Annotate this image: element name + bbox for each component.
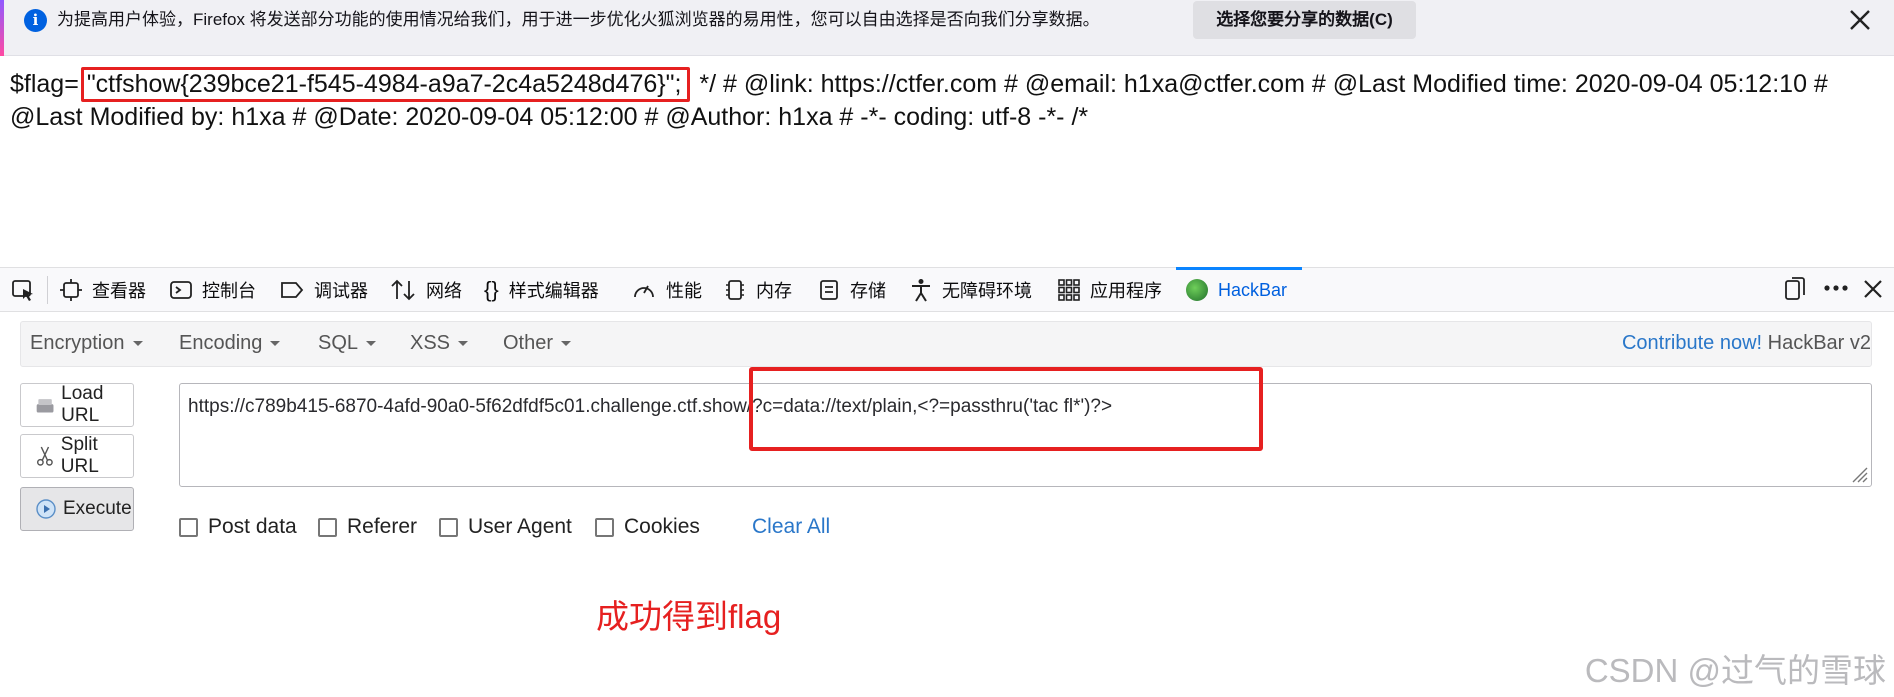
post-data-checkbox[interactable]: Post data: [179, 515, 297, 539]
tab-label: 应用程序: [1090, 281, 1162, 301]
close-devtools-icon[interactable]: [1862, 278, 1884, 305]
notification-message: 为提高用户体验，Firefox 将发送部分功能的使用情况给我们，用于进一步优化火…: [57, 10, 1100, 29]
tab-memory[interactable]: 内存: [724, 268, 792, 312]
close-icon[interactable]: [1840, 0, 1880, 40]
tab-label: 样式编辑器: [508, 281, 599, 301]
page-source-text: $flag= "ctfshow{239bce21-f545-4984-a9a7-2…: [10, 67, 1888, 134]
grid-icon: [1058, 279, 1080, 301]
more-options-icon[interactable]: [1822, 274, 1850, 307]
flag-prefix: $flag=: [10, 70, 79, 98]
checkbox-label: Cookies: [624, 515, 700, 538]
debugger-icon: [281, 282, 304, 298]
dock-icon[interactable]: [1784, 276, 1808, 307]
choose-data-button[interactable]: 选择您要分享的数据(C): [1193, 1, 1416, 39]
load-url-label: Load URL: [61, 383, 104, 426]
tab-network[interactable]: 网络: [390, 268, 462, 312]
checkbox-box[interactable]: [318, 517, 337, 537]
braces-icon: {}: [484, 277, 499, 302]
split-url-button[interactable]: Split URL: [20, 434, 134, 478]
devtools-toolbar: 查看器 控制台 调试器 网络 {} 样式编辑器 性能 内存 存储 无障碍环境 应…: [0, 267, 1894, 312]
flag-value: "ctfshow{239bce21-f545-4984-a9a7-2c4a524…: [80, 67, 691, 102]
clear-all-link[interactable]: Clear All: [752, 515, 830, 539]
checkbox-box[interactable]: [439, 517, 458, 537]
tab-hackbar[interactable]: HackBar: [1176, 267, 1302, 312]
tab-console[interactable]: 控制台: [170, 268, 256, 312]
tab-label: 控制台: [202, 281, 256, 301]
hackbar-version: HackBar v2: [1767, 332, 1871, 354]
watermark: CSDN @过气的雪球: [1584, 652, 1886, 689]
tab-label: 无障碍环境: [942, 281, 1032, 301]
load-url-button[interactable]: Load URL: [20, 383, 134, 427]
split-url-label: Split URL: [60, 434, 99, 477]
contribute-link[interactable]: Contribute now!: [1622, 332, 1762, 354]
menu-encoding[interactable]: Encoding: [179, 332, 280, 355]
checkbox-label: Post data: [208, 515, 297, 538]
menu-encryption[interactable]: Encryption: [30, 332, 143, 355]
gauge-icon: [634, 285, 654, 298]
accessibility-icon: [912, 279, 930, 302]
resize-grip-icon[interactable]: [1847, 462, 1869, 484]
checkbox-label: Referer: [347, 515, 418, 538]
execute-button[interactable]: Execute: [20, 487, 134, 531]
menu-sql[interactable]: SQL: [318, 332, 376, 355]
referer-checkbox[interactable]: Referer: [318, 515, 417, 539]
element-picker-icon[interactable]: [10, 268, 46, 312]
menu-xss[interactable]: XSS: [410, 332, 468, 355]
load-icon: [36, 399, 54, 413]
user-agent-checkbox[interactable]: User Agent: [439, 515, 572, 539]
menu-other[interactable]: Other: [503, 332, 571, 355]
checkbox-box[interactable]: [179, 517, 198, 537]
scissors-icon: [36, 446, 53, 466]
console-icon: [170, 281, 192, 299]
tab-label: 调试器: [314, 281, 368, 301]
info-icon: i: [24, 9, 47, 32]
notification-bar: i 为提高用户体验，Firefox 将发送部分功能的使用情况给我们，用于进一步优…: [0, 0, 1894, 56]
tab-application[interactable]: 应用程序: [1058, 268, 1162, 312]
tab-label: HackBar: [1218, 279, 1288, 300]
cookies-checkbox[interactable]: Cookies: [595, 515, 700, 539]
contribute: Contribute now! HackBar v2: [1622, 332, 1871, 355]
memory-icon: [726, 280, 744, 300]
hackbar-icon: [1186, 279, 1208, 301]
network-icon: [391, 279, 415, 301]
execute-label: Execute: [63, 498, 132, 519]
notification-accent: [0, 0, 4, 56]
tab-performance[interactable]: 性能: [632, 268, 702, 312]
annotation-highlight-box: [749, 367, 1263, 451]
tab-label: 查看器: [92, 281, 146, 301]
tab-label: 内存: [756, 281, 792, 301]
checkbox-label: User Agent: [468, 515, 572, 538]
play-icon: [36, 499, 56, 519]
tab-style-editor[interactable]: {} 样式编辑器: [484, 268, 599, 312]
storage-icon: [820, 280, 838, 300]
tab-label: 网络: [426, 281, 462, 301]
inspector-icon: [60, 279, 82, 301]
tab-storage[interactable]: 存储: [818, 268, 886, 312]
tab-inspector[interactable]: 查看器: [60, 268, 146, 312]
checkbox-box[interactable]: [595, 517, 614, 537]
tab-label: 性能: [666, 281, 702, 301]
hackbar-menu: Encryption Encoding SQL XSS Other Contri…: [20, 321, 1872, 367]
toolbar-divider: [47, 276, 48, 304]
annotation-text: 成功得到flag: [596, 598, 782, 635]
tab-debugger[interactable]: 调试器: [280, 268, 368, 312]
tab-label: 存储: [850, 281, 886, 301]
tab-accessibility[interactable]: 无障碍环境: [910, 268, 1032, 312]
